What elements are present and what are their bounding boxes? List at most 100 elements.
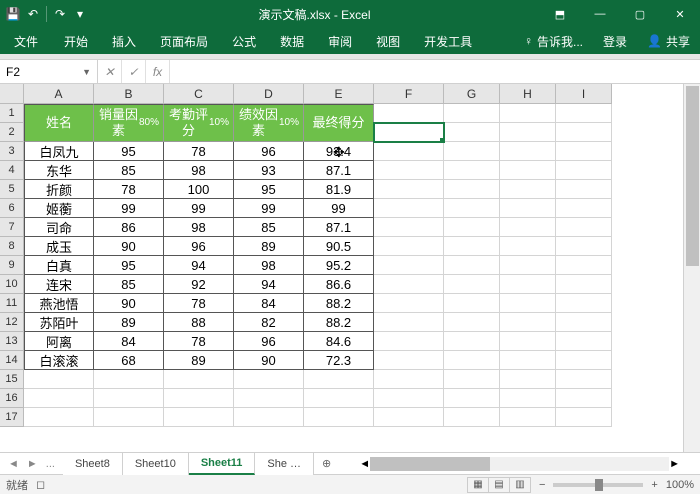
cell-empty[interactable] [556, 408, 612, 427]
table-row[interactable]: 82 [234, 313, 304, 332]
cell-empty[interactable] [500, 389, 556, 408]
cell-empty[interactable] [556, 256, 612, 275]
table-row[interactable]: 85 [94, 275, 164, 294]
table-row[interactable]: 95.2 [304, 256, 374, 275]
table-row[interactable]: 84 [234, 294, 304, 313]
col-header-H[interactable]: H [500, 84, 556, 104]
cell-empty[interactable] [234, 408, 304, 427]
qat-dropdown-icon[interactable]: ▾ [71, 5, 89, 23]
tab-nav-right-icon[interactable]: ► [27, 458, 38, 470]
cell-empty[interactable] [164, 370, 234, 389]
view-mode-0[interactable]: ▦ [467, 477, 489, 493]
cell-empty[interactable] [556, 370, 612, 389]
col-header-A[interactable]: A [24, 84, 94, 104]
table-row[interactable]: 白凤九 [24, 142, 94, 161]
cell-empty[interactable] [374, 370, 444, 389]
cell-empty[interactable] [24, 389, 94, 408]
cell-empty[interactable] [444, 180, 500, 199]
cancel-formula-icon[interactable]: ✕ [98, 60, 122, 83]
cell-empty[interactable] [374, 256, 444, 275]
table-row[interactable]: 99 [164, 199, 234, 218]
ribbon-options-button[interactable]: ⬒ [540, 0, 580, 28]
cell-empty[interactable] [94, 408, 164, 427]
hscroll-right-icon[interactable]: ► [669, 458, 680, 470]
table-row[interactable]: 87.1 [304, 218, 374, 237]
cell-empty[interactable] [374, 389, 444, 408]
cell-empty[interactable] [500, 351, 556, 370]
fx-icon[interactable]: fx [146, 60, 170, 83]
table-row[interactable]: 姬蘅 [24, 199, 94, 218]
cell-empty[interactable] [374, 218, 444, 237]
cell-empty[interactable] [500, 161, 556, 180]
table-row[interactable]: 88 [164, 313, 234, 332]
cell-empty[interactable] [444, 370, 500, 389]
cell-empty[interactable] [304, 408, 374, 427]
table-row[interactable]: 阿离 [24, 332, 94, 351]
cell-empty[interactable] [500, 104, 556, 123]
table-row[interactable]: 96 [234, 142, 304, 161]
cell-empty[interactable] [556, 351, 612, 370]
cell-empty[interactable] [556, 332, 612, 351]
sheet-tab-She …[interactable]: She … [255, 453, 314, 475]
cell-empty[interactable] [234, 389, 304, 408]
table-row[interactable]: 86 [94, 218, 164, 237]
cell-empty[interactable] [374, 313, 444, 332]
table-row[interactable]: 95 [94, 142, 164, 161]
horizontal-scrollbar[interactable] [370, 457, 669, 471]
cell-empty[interactable] [500, 275, 556, 294]
zoom-thumb[interactable] [595, 479, 603, 491]
table-row[interactable]: 96 [234, 332, 304, 351]
undo-icon[interactable]: ↶ [24, 5, 42, 23]
header-sales[interactable]: 销量因素80% [94, 104, 164, 142]
cell-empty[interactable] [304, 389, 374, 408]
table-row[interactable]: 78 [164, 332, 234, 351]
cell-empty[interactable] [444, 218, 500, 237]
table-row[interactable]: 90 [94, 294, 164, 313]
cell-empty[interactable] [374, 332, 444, 351]
table-row[interactable]: 98 [164, 161, 234, 180]
accept-formula-icon[interactable]: ✓ [122, 60, 146, 83]
view-mode-1[interactable]: ▤ [488, 477, 510, 493]
row-header-11[interactable]: 11 [0, 294, 24, 313]
row-header-1[interactable]: 1 [0, 104, 24, 123]
cell-empty[interactable] [556, 237, 612, 256]
table-row[interactable]: 78 [164, 142, 234, 161]
cell-empty[interactable] [374, 142, 444, 161]
col-header-D[interactable]: D [234, 84, 304, 104]
chevron-down-icon[interactable]: ▼ [82, 67, 91, 77]
ribbon-tab-公式[interactable]: 公式 [220, 28, 268, 54]
cell-empty[interactable] [500, 256, 556, 275]
cell-empty[interactable] [500, 294, 556, 313]
cell-empty[interactable] [374, 275, 444, 294]
table-row[interactable]: 89 [164, 351, 234, 370]
table-row[interactable]: 90 [234, 351, 304, 370]
row-header-6[interactable]: 6 [0, 199, 24, 218]
tab-nav-left-icon[interactable]: ◄ [8, 458, 19, 470]
zoom-slider[interactable] [553, 483, 643, 487]
table-row[interactable]: 78 [94, 180, 164, 199]
cell-empty[interactable] [444, 275, 500, 294]
cell-empty[interactable] [500, 199, 556, 218]
table-row[interactable]: 88.2 [304, 294, 374, 313]
add-sheet-button[interactable]: ⊕ [314, 457, 339, 470]
cell-empty[interactable] [500, 237, 556, 256]
cell-empty[interactable] [556, 313, 612, 332]
cell-empty[interactable] [24, 370, 94, 389]
row-header-8[interactable]: 8 [0, 237, 24, 256]
table-row[interactable]: 成玉 [24, 237, 94, 256]
cell-empty[interactable] [444, 332, 500, 351]
save-icon[interactable]: 💾 [4, 5, 22, 23]
hscroll-left-icon[interactable]: ◄ [359, 458, 370, 470]
table-row[interactable]: 99 [234, 199, 304, 218]
table-row[interactable]: 85 [234, 218, 304, 237]
col-header-C[interactable]: C [164, 84, 234, 104]
cell-empty[interactable] [374, 351, 444, 370]
view-mode-2[interactable]: ▥ [509, 477, 531, 493]
table-row[interactable]: 96 [164, 237, 234, 256]
tab-nav-more-icon[interactable]: ... [46, 458, 55, 470]
header-final[interactable]: 最终得分 [304, 104, 374, 142]
cell-empty[interactable] [500, 180, 556, 199]
table-row[interactable]: 苏陌叶 [24, 313, 94, 332]
tell-me[interactable]: ♀告诉我... [514, 33, 593, 50]
cell-empty[interactable] [556, 161, 612, 180]
